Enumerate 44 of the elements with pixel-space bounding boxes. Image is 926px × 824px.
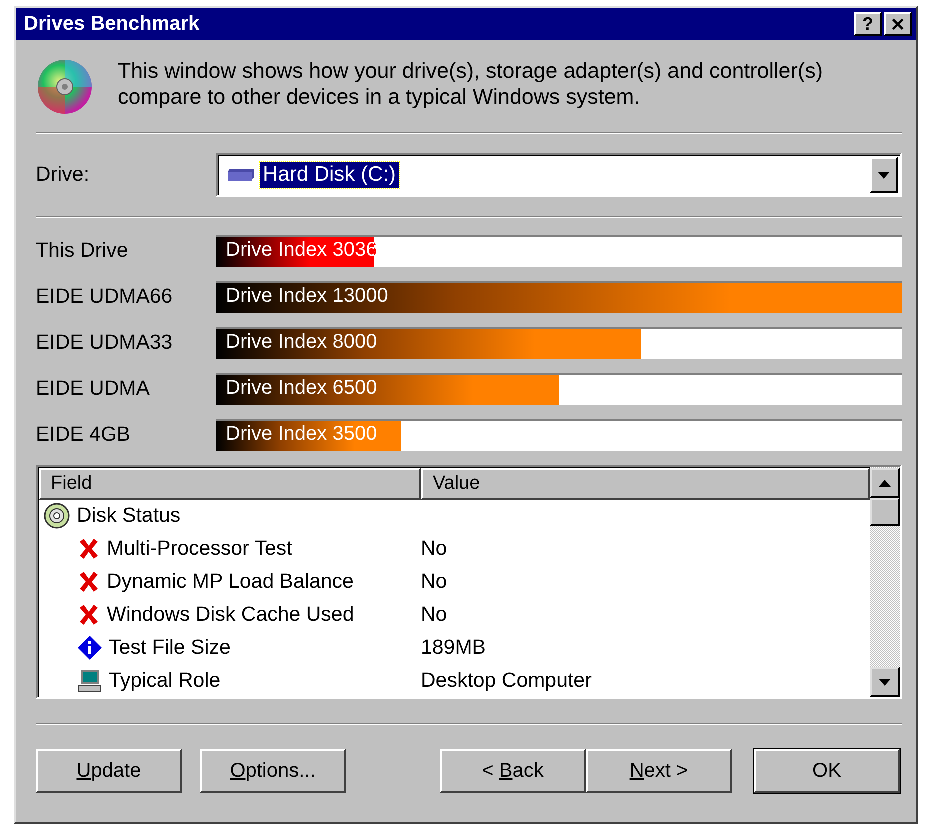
disc-icon bbox=[36, 58, 94, 116]
down-arrow-icon bbox=[879, 678, 891, 686]
scroll-down-button[interactable] bbox=[870, 667, 900, 697]
description-text: This window shows how your drive(s), storage adapter(s) and controller(s) compare to other devices in a typical Windows system. bbox=[118, 58, 824, 111]
field-text: Dynamic MP Load Balance bbox=[107, 570, 354, 594]
value-text: Desktop Computer bbox=[421, 668, 592, 693]
field-text: Test File Size bbox=[109, 636, 231, 660]
window-title: Drives Benchmark bbox=[24, 12, 201, 36]
value-text: No bbox=[421, 570, 448, 594]
column-header[interactable]: Field bbox=[39, 468, 421, 500]
cross-icon bbox=[77, 537, 101, 562]
drive-type-label: This Drive bbox=[36, 239, 130, 263]
cross-icon bbox=[77, 570, 101, 594]
value-text: 189MB bbox=[421, 636, 486, 660]
down-arrow-icon bbox=[878, 172, 890, 178]
field-text: Multi-Processor Test bbox=[107, 537, 292, 562]
selected-drive: Hard Disk (C:) bbox=[260, 162, 400, 188]
disc-icon bbox=[43, 502, 71, 530]
drive-type-label: EIDE 4GB bbox=[36, 423, 132, 447]
drive-type-label: EIDE UDMA bbox=[36, 377, 151, 401]
dialog-button[interactable]: OK bbox=[754, 749, 900, 793]
up-arrow-icon bbox=[879, 480, 891, 486]
field-text: Typical Role bbox=[109, 668, 221, 693]
drive-dropdown[interactable]: Hard Disk (C:) bbox=[216, 153, 902, 197]
field-text: Windows Disk Cache Used bbox=[107, 602, 354, 627]
cross-icon bbox=[77, 602, 101, 627]
help-button[interactable]: ? bbox=[854, 12, 882, 36]
close-button[interactable]: ✕ bbox=[884, 12, 912, 36]
dialog-button[interactable]: Update bbox=[36, 749, 182, 793]
dropdown-button[interactable] bbox=[870, 157, 898, 193]
dialog-button[interactable]: Options... bbox=[200, 749, 346, 793]
scroll-thumb[interactable] bbox=[870, 498, 900, 526]
value-text: No bbox=[421, 537, 448, 562]
dialog-button[interactable]: Next > bbox=[586, 749, 732, 793]
scroll-up-button[interactable] bbox=[870, 468, 900, 498]
value-text: No bbox=[421, 602, 448, 627]
drive-label: Drive: bbox=[36, 163, 91, 187]
column-header[interactable]: Value bbox=[421, 468, 870, 500]
group-label[interactable]: Disk Status bbox=[77, 504, 181, 528]
dialog-button[interactable]: < Back bbox=[440, 749, 586, 793]
drive-type-label: EIDE UDMA33 bbox=[36, 331, 174, 355]
computer-icon bbox=[77, 668, 103, 694]
drive-type-label: EIDE UDMA66 bbox=[36, 285, 174, 309]
info-icon bbox=[77, 634, 103, 661]
